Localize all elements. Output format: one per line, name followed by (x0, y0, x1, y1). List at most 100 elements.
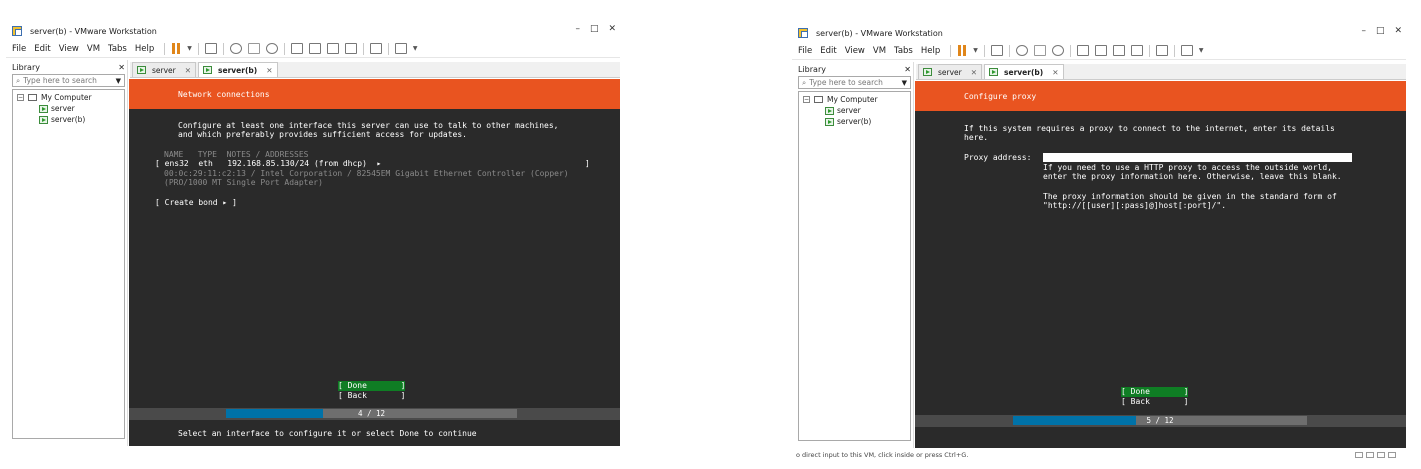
library-search-input[interactable]: ⌕ Type here to search ▼ (12, 74, 125, 87)
search-placeholder: Type here to search (809, 78, 883, 87)
proxy-help-line: enter the proxy information here. Otherw… (1043, 172, 1342, 181)
toolbar: ▼ ▼ (164, 42, 418, 55)
snapshot-icon[interactable] (1015, 45, 1028, 56)
menu-view[interactable]: View (59, 44, 79, 54)
menu-edit[interactable]: Edit (34, 44, 50, 54)
back-button[interactable]: [ Back ] (1121, 397, 1188, 407)
menu-vm[interactable]: VM (873, 46, 886, 56)
progress-bar: 4 / 12 (226, 409, 517, 418)
snapshot-manager-icon[interactable] (1051, 45, 1064, 56)
chevron-down-icon[interactable]: ▼ (187, 45, 192, 52)
tree-item-my-computer[interactable]: − My Computer (799, 94, 910, 105)
tab-server[interactable]: server ✕ (918, 64, 983, 79)
menu-bar: File Edit View VM Tabs Help ▼ ▼ (792, 42, 1406, 60)
title-bar: server(b) - VMware Workstation – □ ✕ (6, 22, 620, 40)
menu-vm[interactable]: VM (87, 44, 100, 54)
revert-snapshot-icon[interactable] (1033, 45, 1046, 56)
proxy-help-line: "http://[[user][:pass]@]host[:port]/". (1043, 201, 1227, 210)
tab-server-b[interactable]: server(b) ✕ (198, 62, 278, 77)
library-title: Library (12, 62, 40, 72)
tree-item-label: server(b) (837, 117, 872, 126)
maximize-button[interactable]: □ (1376, 26, 1385, 36)
menu-tabs[interactable]: Tabs (108, 44, 127, 54)
vm-running-icon (39, 104, 48, 113)
console-view-icon[interactable] (369, 43, 382, 54)
tree-item-server[interactable]: server (799, 105, 910, 116)
stretch-guest-icon[interactable] (1180, 45, 1193, 56)
interface-row-ens32[interactable]: [ ens32 eth 192.168.85.130/24 (from dhcp… (155, 159, 381, 169)
toolbar-separator (362, 42, 364, 55)
full-screen-icon[interactable] (1112, 45, 1125, 56)
close-icon[interactable]: ✕ (118, 63, 125, 72)
close-icon[interactable]: ✕ (1052, 68, 1058, 77)
vmware-logo-icon (12, 26, 22, 36)
full-screen-icon[interactable] (326, 43, 339, 54)
close-icon[interactable]: ✕ (185, 66, 191, 75)
chevron-down-icon[interactable]: ▼ (413, 45, 418, 52)
close-icon[interactable]: ✕ (266, 66, 272, 75)
show-library-icon[interactable] (290, 43, 303, 54)
tab-server[interactable]: server ✕ (132, 62, 197, 77)
tree-item-server-b[interactable]: server(b) (799, 116, 910, 127)
toolbar-separator (283, 42, 285, 55)
tree-item-server-b[interactable]: server(b) (13, 114, 124, 125)
menu-file[interactable]: File (798, 46, 812, 56)
vm-console[interactable]: Configure proxy If this system requires … (915, 81, 1406, 448)
snapshot-manager-icon[interactable] (265, 43, 278, 54)
send-ctrl-alt-del-icon[interactable] (204, 43, 217, 54)
usb-icon[interactable] (1388, 452, 1396, 458)
done-button[interactable]: [ Done ] (1121, 387, 1189, 397)
progress-strip: 5 / 12 (915, 415, 1406, 427)
pause-icon[interactable] (171, 43, 181, 54)
close-button[interactable]: ✕ (1394, 26, 1402, 36)
chevron-down-icon[interactable]: ▼ (1199, 47, 1204, 54)
menu-edit[interactable]: Edit (820, 46, 836, 56)
cd-rom-icon[interactable] (1366, 452, 1374, 458)
vmware-window-network: server(b) - VMware Workstation – □ ✕ Fil… (6, 0, 620, 460)
create-bond-button[interactable]: [ Create bond ▸ ] (155, 198, 237, 208)
menu-help[interactable]: Help (921, 46, 940, 56)
stretch-guest-icon[interactable] (394, 43, 407, 54)
vm-console[interactable]: Network connections Configure at least o… (129, 79, 620, 446)
progress-bar: 5 / 12 (1013, 416, 1307, 425)
unity-icon[interactable] (344, 43, 357, 54)
tab-server-b[interactable]: server(b) ✕ (984, 64, 1064, 79)
back-button[interactable]: [ Back ] (338, 391, 405, 401)
network-adapter-icon[interactable] (1377, 452, 1385, 458)
chevron-down-icon[interactable]: ▼ (973, 47, 978, 54)
collapse-icon[interactable]: − (803, 96, 810, 103)
maximize-button[interactable]: □ (590, 24, 599, 34)
tree-item-server[interactable]: server (13, 103, 124, 114)
revert-snapshot-icon[interactable] (247, 43, 260, 54)
done-button[interactable]: [ Done ] (338, 381, 406, 391)
library-search-input[interactable]: ⌕ Type here to search ▼ (798, 76, 911, 89)
menu-file[interactable]: File (12, 44, 26, 54)
chevron-down-icon[interactable]: ▼ (902, 79, 907, 87)
chevron-down-icon[interactable]: ▼ (116, 77, 121, 85)
close-button[interactable]: ✕ (608, 24, 616, 34)
unity-icon[interactable] (1130, 45, 1143, 56)
send-ctrl-alt-del-icon[interactable] (990, 45, 1003, 56)
interface-detail-line: (PRO/1000 MT Single Port Adapter) (164, 178, 323, 187)
menu-view[interactable]: View (845, 46, 865, 56)
close-icon[interactable]: ✕ (971, 68, 977, 77)
tab-label: server(b) (218, 65, 258, 75)
menu-help[interactable]: Help (135, 44, 154, 54)
menu-tabs[interactable]: Tabs (894, 46, 913, 56)
proxy-address-input[interactable] (1043, 153, 1352, 162)
hard-disk-icon[interactable] (1355, 452, 1363, 458)
collapse-icon[interactable]: − (17, 94, 24, 101)
console-view-icon[interactable] (1155, 45, 1168, 56)
tree-item-my-computer[interactable]: − My Computer (13, 92, 124, 103)
thumbnail-bar-icon[interactable] (1094, 45, 1107, 56)
library-panel: Library ✕ ⌕ Type here to search ▼ − My C… (10, 60, 128, 446)
snapshot-icon[interactable] (229, 43, 242, 54)
installer-header: Configure proxy (915, 81, 1406, 111)
thumbnail-bar-icon[interactable] (308, 43, 321, 54)
show-library-icon[interactable] (1076, 45, 1089, 56)
pause-icon[interactable] (957, 45, 967, 56)
minimize-button[interactable]: – (575, 24, 580, 34)
close-icon[interactable]: ✕ (904, 65, 911, 74)
minimize-button[interactable]: – (1361, 26, 1366, 36)
footer-help-text: Select an interface to configure it or s… (178, 429, 477, 438)
